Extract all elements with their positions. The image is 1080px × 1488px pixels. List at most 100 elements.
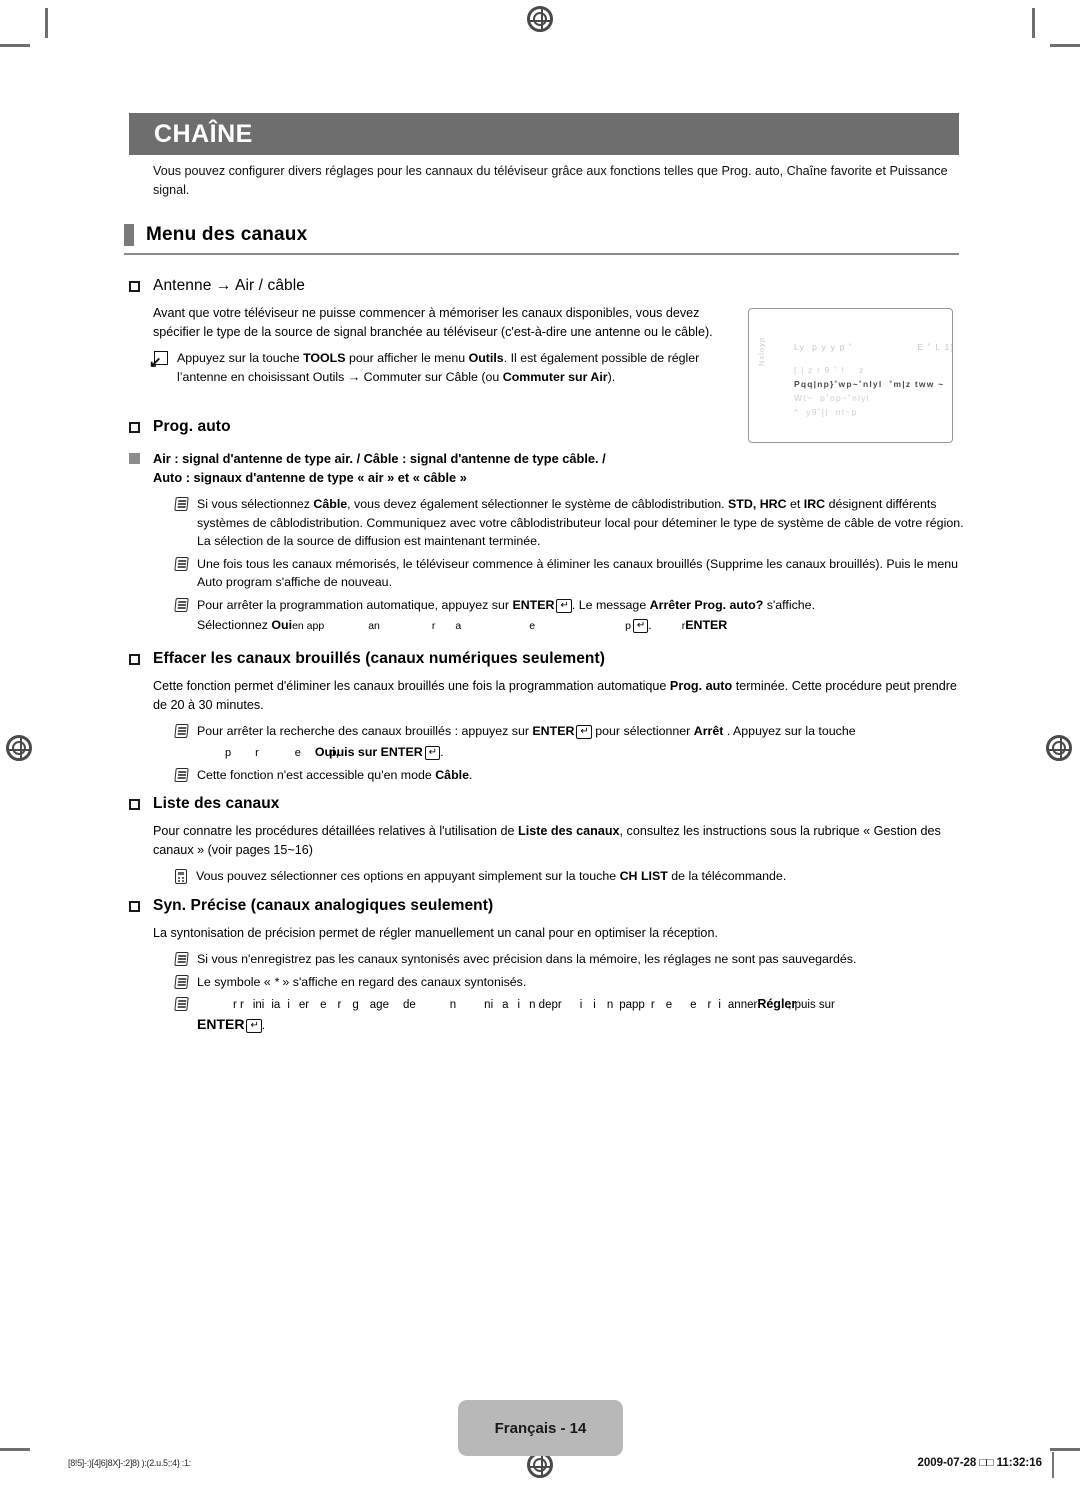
crop-mark-top-right-v — [1032, 8, 1035, 38]
tools-arrow-icon — [149, 351, 168, 370]
antenna-heading-row: Antenne → Air / câble — [129, 277, 729, 295]
syn-note2-b: » s'affiche en regard des canaux syntoni… — [278, 974, 527, 989]
liste-note-1: Vous pouvez sélectionner ces options en … — [175, 867, 964, 886]
effacer-note2-a: Cette fonction n'est accessible qu'en mo… — [197, 768, 436, 782]
enter-key-icon: ↵ — [246, 1018, 262, 1033]
prog-auto-note-3-text: Pour arrêter la programmation automatiqu… — [197, 596, 964, 636]
syn-note-3-text: r r ini ia i er e r g age de n ni a i n depr i i n papp r e e… — [197, 995, 964, 1035]
syn-frag-21: r — [650, 999, 655, 1011]
remote-control-icon — [175, 869, 187, 884]
effacer-note-1-text: Pour arrêter la recherche des canaux bro… — [197, 722, 964, 762]
crop-mark-top-left-h — [0, 44, 30, 47]
syn-frag-20: papp — [619, 999, 645, 1011]
liste-block: Liste des canaux Pour connatre les procé… — [129, 795, 964, 886]
spec-line-2: Auto : signaux d'antenne de type « air »… — [153, 470, 467, 485]
syn-note-1: Si vous n'enregistrez pas les canaux syn… — [174, 950, 964, 969]
enter-key-icon: ↵ — [632, 619, 649, 633]
effacer-note1-b: pour sélectionner — [591, 724, 694, 738]
cable-keyword: Câble — [435, 768, 469, 782]
note-pencil-icon — [174, 997, 189, 1011]
note-pencil-icon — [174, 556, 189, 571]
antenna-paragraph: Avant que votre téléviseur ne puisse com… — [153, 306, 713, 339]
syn-frag-12: ni — [484, 999, 494, 1011]
effacer-frag-2: r — [255, 746, 259, 759]
effacer-note-2-text: Cette fonction n'est accessible qu'en mo… — [197, 766, 964, 785]
tools-note-part-d: ). — [607, 369, 616, 384]
frag-2: an — [368, 620, 380, 632]
registration-mark-right — [1046, 735, 1072, 761]
note-pencil-icon — [174, 724, 189, 738]
syn-frag-2: ini — [252, 999, 265, 1011]
footer-timestamp: 2009-07-28 □□ 11:32:16 — [917, 1457, 1042, 1469]
footer-divider — [1052, 1452, 1054, 1478]
syn-frag-22: e — [665, 999, 673, 1011]
irc-keyword: IRC — [803, 497, 826, 511]
frag-7: . — [648, 618, 652, 632]
prog-auto-note-2-text: Une fois tous les canaux mémorisés, le t… — [197, 556, 958, 590]
effacer-para-a: Cette fonction permet d'éliminer les can… — [153, 679, 670, 693]
prog-auto-spec-row: Air : signal d'antenne de type air. / Câ… — [129, 449, 964, 487]
note-pencil-icon — [174, 952, 189, 966]
liste-note-a: Vous pouvez sélectionner ces options en … — [196, 869, 620, 883]
effacer-frag-1: p — [225, 746, 232, 759]
crop-mark-bottom-right-h — [1050, 1448, 1080, 1451]
hollow-square-bullet-icon — [129, 281, 140, 292]
enter-keyword: ENTER — [512, 597, 555, 612]
syn-frag-25: i — [718, 999, 721, 1011]
registration-mark-left — [6, 735, 32, 761]
syn-note2-a: Le symbole « — [197, 974, 275, 989]
syn-frag-3: ia — [271, 999, 281, 1011]
enter-keyword: ENTER — [197, 1015, 245, 1032]
hollow-square-bullet-icon — [129, 799, 140, 810]
section-title: Menu des canaux — [146, 224, 308, 245]
effacer-note2-b: . — [468, 768, 473, 782]
arret-keyword: Arrêt — [693, 724, 724, 738]
menu-line-2: [ | z r 9 ˚ l z — [794, 365, 865, 375]
prog-auto-keyword: Prog. auto — [669, 679, 733, 693]
note-pencil-icon — [174, 597, 189, 612]
note1-seg-4: et — [786, 497, 804, 511]
hollow-square-bullet-icon — [129, 901, 140, 912]
note-pencil-icon — [174, 768, 189, 782]
syn-frag-1: r r — [233, 999, 244, 1011]
chapter-header-bar: CHAÎNE — [129, 113, 959, 155]
effacer-note1-a: Pour arrêter la recherche des canaux bro… — [197, 724, 533, 738]
prog-auto-note-1: Si vous sélectionnez Câble, vous devez é… — [174, 495, 964, 551]
syn-frag-9: age — [369, 999, 389, 1011]
note1-seg-0: Si vous sélectionnez — [197, 497, 314, 511]
commuter-air-keyword: Commuter sur Air — [502, 369, 608, 384]
cable-keyword: Câble — [313, 497, 348, 511]
enter-keyword: ENTER — [380, 744, 423, 759]
spec-line-1: Air : signal d'antenne de type air. / Câ… — [153, 451, 606, 466]
prog-auto-spec-text: Air : signal d'antenne de type air. / Câ… — [153, 449, 943, 487]
syn-frag-16: pr — [551, 999, 562, 1011]
footer-document-code: [8!5]-:)[4]6]8X]-:2]8) ):(2.u.5;:4} :1: — [68, 1458, 191, 1468]
note-pencil-icon — [174, 974, 189, 989]
syn-heading: Syn. Précise (canaux analogiques seuleme… — [153, 897, 494, 914]
liste-heading: Liste des canaux — [153, 795, 280, 812]
section-heading: Menu des canaux — [124, 224, 959, 246]
effacer-frag-end: . — [440, 744, 444, 759]
syn-frag-17: i — [579, 999, 583, 1011]
syn-frag-24: r — [707, 999, 712, 1011]
hollow-square-bullet-icon — [129, 654, 140, 665]
oui-keyword: Oui — [271, 618, 293, 632]
enter-keyword: ENTER — [532, 724, 575, 738]
std-hrc-keyword: STD, HRC — [728, 497, 787, 511]
chapter-title: CHAÎNE — [154, 119, 253, 148]
footer-page-label: Français - 14 — [494, 1419, 587, 1437]
syn-frag-end: . — [261, 1019, 266, 1032]
menu-vertical-label: Nsloyp — [757, 337, 766, 366]
note3-seg-0: Pour arrêter la programmation automatiqu… — [197, 597, 513, 612]
syn-frag-19: n — [606, 999, 614, 1011]
syn-frag-14: i — [517, 999, 521, 1011]
effacer-note1-c: . Appuyez sur la touche — [723, 724, 856, 738]
syn-note-2: Le symbole « * » s'affiche en regard des… — [174, 973, 964, 992]
syn-heading-row: Syn. Précise (canaux analogiques seuleme… — [129, 897, 964, 915]
frag-3: r — [431, 620, 436, 632]
crop-mark-top-left-v — [45, 8, 48, 38]
antenna-block: Antenne → Air / câble Avant que votre té… — [129, 277, 729, 386]
liste-paragraph: Pour connatre les procédures détaillées … — [153, 822, 958, 860]
effacer-heading: Effacer les canaux brouillés (canaux num… — [153, 650, 606, 667]
syn-frag-7: r — [337, 999, 342, 1011]
